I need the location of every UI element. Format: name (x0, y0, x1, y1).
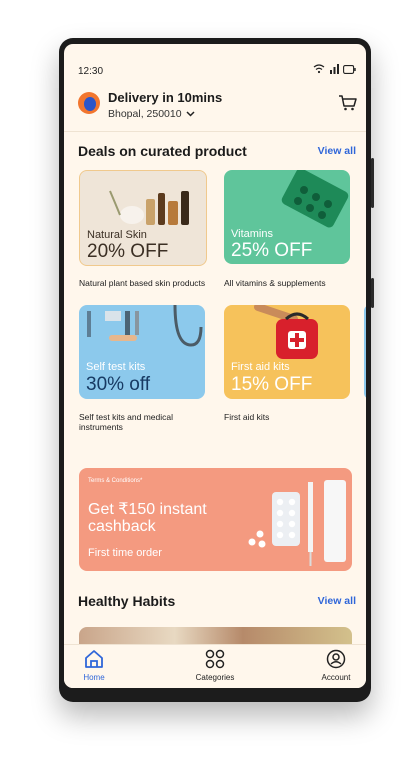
card-offer: 25% OFF (231, 240, 313, 261)
deal-card-self-test-kits[interactable]: Self test kits 30% off (79, 305, 205, 399)
card-description: First aid kits (224, 412, 270, 422)
delivery-title: Delivery in 10mins (108, 90, 223, 105)
battery-icon (343, 64, 356, 74)
status-time: 12:30 (78, 66, 104, 77)
deals-title: Deals on curated product (78, 143, 247, 159)
header-divider (64, 131, 366, 132)
cashback-headline: Get ₹150 instant cashback (88, 501, 207, 535)
tab-home[interactable]: Home (76, 649, 112, 682)
card-description: Natural plant based skin products (79, 278, 206, 288)
chevron-down-icon (186, 111, 195, 117)
first-order-label: First time order (88, 547, 162, 559)
card-offer: 20% OFF (87, 241, 169, 262)
volume-button (371, 158, 374, 208)
deal-card-first-aid-kits[interactable]: First aid kits 15% OFF (224, 305, 350, 399)
bottom-tab-bar: Home Categories Account (64, 644, 366, 688)
healthy-habits-view-all-link[interactable]: View all (318, 595, 356, 607)
tab-categories[interactable]: Categories (190, 649, 240, 682)
card-label: Natural Skin (87, 229, 147, 241)
wifi-icon (313, 64, 325, 74)
categories-icon (205, 649, 225, 669)
status-icons (313, 64, 356, 74)
pills-syringe-image (248, 480, 346, 566)
card-label: First aid kits (231, 361, 290, 373)
tab-label: Account (321, 673, 351, 682)
card-description: Self test kits and medical instruments (79, 412, 174, 432)
phone-frame: 12:30 Delivery in 10mins Bhopal, 250010 … (59, 38, 374, 702)
address-label: Bhopal, 250010 (108, 108, 182, 120)
deal-card-natural-skin[interactable]: Natural Skin 20% OFF (79, 170, 207, 266)
card-description: All vitamins & supplements (224, 278, 326, 288)
next-card-peek (364, 305, 366, 399)
terms-label: Terms & Conditions* (88, 478, 143, 484)
card-label: Vitamins (231, 228, 273, 240)
card-label: Self test kits (86, 361, 146, 373)
tab-account[interactable]: Account (316, 649, 356, 682)
tab-label: Categories (195, 673, 235, 682)
power-button (371, 278, 374, 308)
address-selector[interactable]: Bhopal, 250010 (108, 108, 195, 120)
signal-icon (330, 64, 339, 74)
delivery-header: Delivery in 10mins Bhopal, 250010 (78, 88, 358, 124)
card-offer: 15% OFF (231, 374, 313, 395)
card-offer: 30% off (86, 374, 151, 395)
tab-label: Home (83, 673, 105, 682)
cart-button[interactable] (338, 94, 358, 117)
cashback-banner[interactable]: Terms & Conditions* Get ₹150 instant cas… (79, 468, 352, 571)
account-icon (326, 649, 346, 669)
deal-card-vitamins[interactable]: Vitamins 25% OFF (224, 170, 350, 264)
home-icon (85, 650, 103, 668)
deals-view-all-link[interactable]: View all (318, 145, 356, 157)
healthy-habits-title: Healthy Habits (78, 593, 176, 609)
brand-logo-icon (78, 92, 100, 114)
cart-icon (339, 95, 357, 111)
app-screen: 12:30 Delivery in 10mins Bhopal, 250010 … (64, 44, 366, 688)
